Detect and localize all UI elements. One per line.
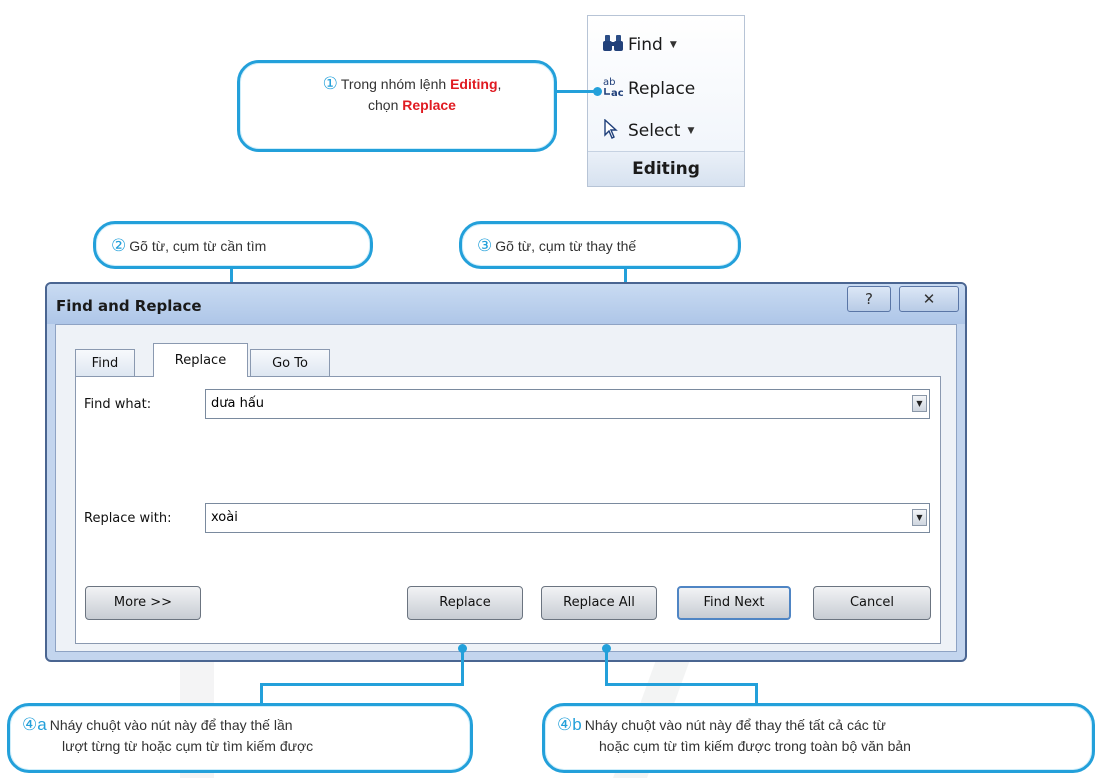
connector-line <box>461 650 464 685</box>
ribbon-group-label: Editing <box>588 151 744 186</box>
more-button[interactable]: More >> <box>85 586 201 620</box>
dialog-title: Find and Replace <box>56 297 202 315</box>
close-button[interactable]: ✕ <box>899 286 959 312</box>
binoculars-icon <box>602 34 628 57</box>
connector-line <box>605 683 758 686</box>
select-ribbon-button[interactable]: Select ▼ <box>602 117 695 144</box>
replace-with-value: xoài <box>211 510 238 525</box>
chevron-down-icon: ▼ <box>669 40 677 50</box>
dialog-titlebar: Find and Replace ? ✕ <box>47 284 965 324</box>
step-number-2: ② <box>111 236 127 255</box>
connector-line <box>755 683 758 703</box>
step-number-4b: ④b <box>557 715 582 734</box>
connector-line <box>260 683 464 686</box>
tab-find[interactable]: Find <box>75 349 135 377</box>
chevron-down-icon[interactable]: ▼ <box>912 395 927 412</box>
svg-text:ab: ab <box>603 77 615 88</box>
svg-text:ac: ac <box>611 88 624 98</box>
find-what-label: Find what: <box>84 397 152 412</box>
find-replace-dialog: Find and Replace ? ✕ Find Replace Go To … <box>45 282 967 662</box>
step-number-3: ③ <box>477 236 493 255</box>
tab-replace[interactable]: Replace <box>153 343 248 377</box>
replace-ribbon-button[interactable]: ab ac Replace <box>602 76 695 102</box>
chevron-down-icon: ▼ <box>687 126 695 136</box>
find-ribbon-label: Find <box>628 35 663 55</box>
ribbon-editing-group: Find ▼ ab ac Replace Select ▼ Editing <box>587 15 745 187</box>
connector-line <box>260 683 263 703</box>
find-next-button[interactable]: Find Next <box>677 586 791 620</box>
select-ribbon-label: Select <box>628 121 681 141</box>
find-what-value: dưa hấu <box>211 396 265 411</box>
cancel-button[interactable]: Cancel <box>813 586 931 620</box>
cursor-arrow-icon <box>602 117 628 144</box>
chevron-down-icon[interactable]: ▼ <box>912 509 927 526</box>
step-number-4a: ④a <box>22 715 47 734</box>
help-button[interactable]: ? <box>847 286 891 312</box>
replace-with-label: Replace with: <box>84 511 172 526</box>
replace-all-button[interactable]: Replace All <box>541 586 657 620</box>
callout-step-4a: ④a Nháy chuột vào nút này để thay thế lần… <box>7 703 473 773</box>
connector-dot <box>593 87 602 96</box>
connector-line <box>605 650 608 685</box>
callout-step-2: ② Gõ từ, cụm từ cần tìm <box>93 221 373 269</box>
replace-ribbon-label: Replace <box>628 79 696 99</box>
callout-step-4b: ④b Nháy chuột vào nút này để thay thế tất… <box>542 703 1095 773</box>
replace-icon: ab ac <box>602 76 628 103</box>
find-what-input[interactable]: dưa hấu ▼ <box>205 389 930 419</box>
callout-step-1: ① Trong nhóm lệnh Editing, chọn Replace <box>237 60 557 152</box>
callout-step-3: ③ Gõ từ, cụm từ thay thế <box>459 221 741 269</box>
find-ribbon-button[interactable]: Find ▼ <box>602 32 677 58</box>
replace-with-input[interactable]: xoài ▼ <box>205 503 930 533</box>
connector-line <box>555 90 597 93</box>
replace-button[interactable]: Replace <box>407 586 523 620</box>
tab-go-to[interactable]: Go To <box>250 349 330 377</box>
step-number-1: ① <box>322 74 338 93</box>
